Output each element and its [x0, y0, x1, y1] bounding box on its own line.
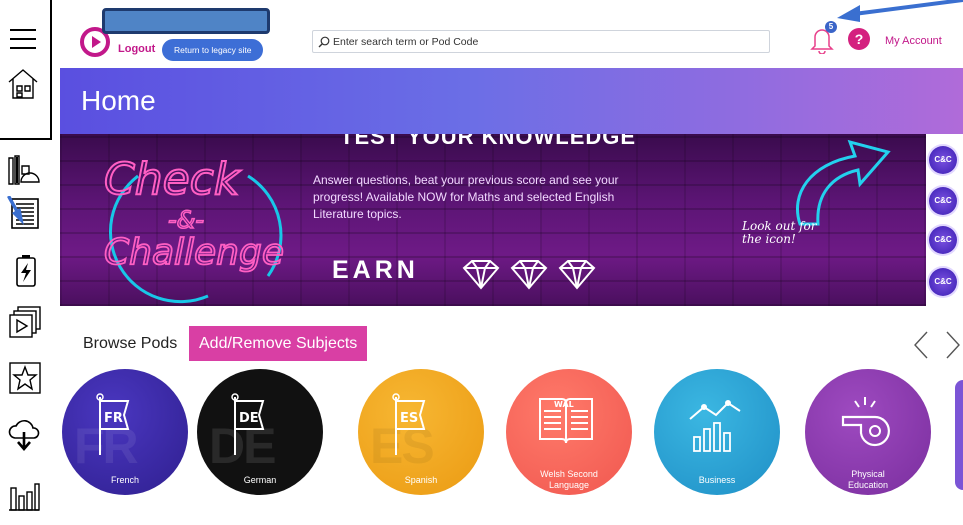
- pod-pe-label: Physical Education: [805, 469, 931, 491]
- page-title: Home: [81, 85, 156, 116]
- open-book-icon: WAL: [539, 398, 593, 444]
- stationery-icon[interactable]: [6, 152, 40, 186]
- banner-promo-text: Answer questions, beat your previous sco…: [313, 173, 619, 221]
- cc-badge-strip: C&C C&C C&C C&C: [926, 134, 963, 306]
- redacted-block: [102, 8, 270, 34]
- play-cards-icon[interactable]: [8, 305, 42, 339]
- help-button[interactable]: ?: [848, 28, 870, 50]
- pod-physical-education[interactable]: Physical Education: [805, 369, 931, 495]
- top-header: Logout Return to legacy site 5 ? My Acco…: [62, 0, 963, 68]
- business-chart-icon: [689, 400, 741, 452]
- cc-badge-icon: C&C: [929, 268, 957, 296]
- menu-icon[interactable]: [6, 22, 40, 56]
- pod-spanish-code: ES: [400, 411, 418, 426]
- search-icon: [318, 36, 330, 47]
- banner-headline: TEST YOUR KNOWLEDGE: [340, 134, 637, 149]
- pod-partial-next[interactable]: [955, 380, 963, 490]
- flag-icon: FR: [96, 393, 130, 455]
- logout-link[interactable]: Logout: [118, 43, 155, 55]
- pod-french-code: FR: [104, 411, 123, 426]
- pod-welsh-second-language[interactable]: WAL Welsh Second Language: [506, 369, 632, 495]
- pod-business[interactable]: Business: [654, 369, 780, 495]
- pod-german[interactable]: DE DE German: [197, 369, 323, 495]
- check-and-challenge-banner[interactable]: TEST YOUR KNOWLEDGE Check -&- Challenge …: [60, 134, 963, 306]
- cc-badge-icon: C&C: [929, 146, 957, 174]
- look-out-line-2: the icon!: [742, 232, 796, 246]
- search-input[interactable]: [333, 35, 753, 48]
- pod-spanish[interactable]: ES ES Spanish: [358, 369, 484, 495]
- whistle-icon: [841, 397, 890, 447]
- annotation-arrow-top: [837, 0, 963, 22]
- return-to-legacy-button[interactable]: Return to legacy site: [162, 39, 264, 61]
- battery-bolt-icon[interactable]: [9, 254, 43, 288]
- star-icon[interactable]: [8, 361, 42, 395]
- pod-business-label: Business: [698, 475, 736, 485]
- search-box[interactable]: [312, 30, 770, 53]
- pod-french-label: French: [110, 475, 139, 485]
- flag-icon: DE: [231, 393, 265, 455]
- page-title-bar: Home: [60, 68, 963, 134]
- pod-welsh-label-line-2: Language: [548, 480, 590, 490]
- pod-german-code: DE: [239, 411, 259, 426]
- annotation-arrow-left: [0, 195, 24, 236]
- pod-welsh-code: WAL: [554, 400, 574, 409]
- bar-chart-icon[interactable]: [7, 478, 41, 512]
- pod-welsh-label-line-1: Welsh Second: [540, 469, 598, 479]
- my-account-link[interactable]: My Account: [885, 35, 942, 47]
- page: Logout Return to legacy site 5 ? My Acco…: [0, 0, 963, 525]
- logo-check-text: Check: [104, 154, 241, 205]
- carousel-next-icon[interactable]: [944, 330, 962, 360]
- pod-spanish-label: Spanish: [404, 475, 438, 485]
- add-remove-subjects-button[interactable]: Add/Remove Subjects: [189, 326, 368, 361]
- pod-pe-label-line-1: Physical: [851, 469, 885, 479]
- check-challenge-logo: Check -&- Challenge: [103, 153, 285, 304]
- flag-icon: ES: [392, 393, 426, 455]
- carousel-prev-icon[interactable]: [912, 330, 930, 360]
- logo-challenge-text: Challenge: [104, 232, 284, 273]
- cc-badge-icon: C&C: [929, 226, 957, 254]
- cloud-download-icon[interactable]: [7, 418, 41, 452]
- look-out-arrow-icon: [795, 139, 891, 226]
- diamond-icons: [462, 260, 596, 290]
- look-out-text: Look out for the icon!: [742, 220, 817, 246]
- earn-label: EARN: [332, 256, 419, 284]
- browse-pods-heading: Browse Pods: [83, 335, 178, 352]
- pod-french[interactable]: FR FR French: [62, 369, 188, 495]
- left-icon-rail: [0, 0, 60, 525]
- pod-pe-label-line-2: Education: [847, 480, 889, 490]
- cc-badge-icon: C&C: [929, 187, 957, 215]
- home-icon[interactable]: [6, 66, 40, 100]
- logo-and-text: -&-: [168, 206, 204, 234]
- pod-welsh-label: Welsh Second Language: [506, 469, 632, 491]
- pod-german-label: German: [243, 475, 277, 485]
